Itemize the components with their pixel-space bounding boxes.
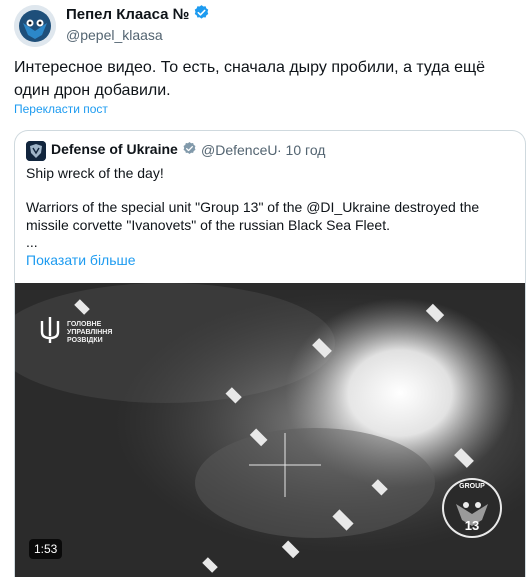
gur-trident-icon — [39, 316, 61, 349]
badge-number: 13 — [464, 518, 480, 533]
quoted-tweet-card[interactable]: Defense of Ukraine @DefenceU · 10 год Sh… — [14, 130, 526, 577]
defense-emblem-icon — [26, 141, 46, 161]
verified-badge-icon — [195, 5, 209, 19]
video-player[interactable]: ГОЛОВНЕ УПРАВЛІННЯ РОЗВІДКИ GROUP 13 1:5… — [15, 283, 525, 577]
author-avatar[interactable] — [14, 5, 56, 47]
quoted-text-line: Ship wreck of the day! — [26, 165, 164, 181]
quoted-author-handle[interactable]: @DefenceU — [201, 142, 277, 158]
quoted-text-ellipsis: ... — [26, 234, 38, 250]
gray-verified-badge-icon — [183, 141, 196, 154]
translate-post-link[interactable]: Перекласти пост — [14, 102, 108, 116]
quoted-text-line: Warriors of the special unit "Group 13" … — [26, 199, 480, 215]
watermark-line: УПРАВЛІННЯ — [67, 329, 113, 336]
badge-top-text: GROUP — [459, 483, 485, 490]
author-handle[interactable]: @pepel_klaasa — [66, 27, 163, 43]
watermark-line: РОЗВІДКИ — [67, 337, 103, 344]
group-13-badge: GROUP 13 — [442, 478, 502, 538]
quoted-text-line: missile corvette "Ivanovets" of the russ… — [26, 217, 390, 233]
gur-watermark-text: ГОЛОВНЕ УПРАВЛІННЯ РОЗВІДКИ — [67, 321, 112, 345]
tweet-text: Интересное видео. То есть, сначала дыру … — [14, 59, 486, 99]
author-name-text: Пепел Клааса № — [66, 6, 190, 23]
video-duration: 1:53 — [29, 539, 63, 559]
quoted-author-name-text: Defense of Ukraine — [51, 141, 178, 157]
watermark-line: ГОЛОВНЕ — [67, 321, 102, 328]
show-more-link[interactable]: Показати більше — [26, 252, 136, 268]
quoted-tweet-time[interactable]: · 10 год — [277, 142, 325, 158]
quoted-author-name[interactable]: Defense of Ukraine — [51, 141, 197, 157]
quoted-author-avatar — [26, 141, 46, 161]
owl-logo-icon — [14, 5, 56, 47]
author-name[interactable]: Пепел Клааса № — [66, 4, 210, 23]
